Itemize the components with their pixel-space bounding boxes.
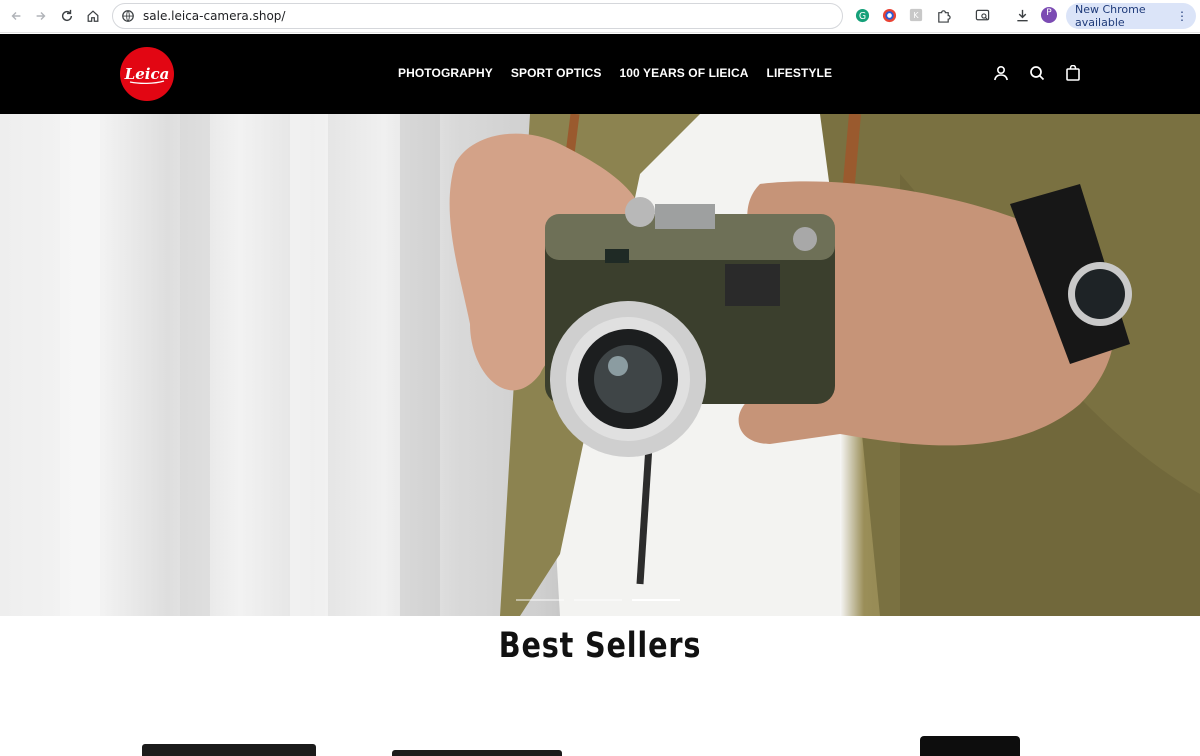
leica-logo[interactable]: Leica xyxy=(120,47,174,101)
url-text: sale.leica-camera.shop/ xyxy=(143,9,286,23)
nav-sport-optics[interactable]: SPORT OPTICS xyxy=(511,66,602,80)
browser-toolbar: sale.leica-camera.shop/ G K P New Chrome… xyxy=(0,0,1200,33)
logo-wordmark: Leica xyxy=(124,65,170,83)
chrome-update-button[interactable]: New Chrome available ⋮ xyxy=(1066,3,1196,29)
search-icon[interactable] xyxy=(1028,64,1046,82)
cart-icon[interactable] xyxy=(1064,64,1082,82)
hero-slide-indicators xyxy=(516,599,680,601)
svg-text:G: G xyxy=(858,10,865,21)
nav-100-years[interactable]: 100 YEARS OF LIEICA xyxy=(619,66,748,80)
home-icon[interactable] xyxy=(80,3,106,29)
slide-indicator-1[interactable] xyxy=(516,599,564,601)
product-image-1[interactable] xyxy=(142,744,316,756)
slide-indicator-3[interactable] xyxy=(632,599,680,601)
best-sellers-section: Best Sellers xyxy=(0,616,1200,756)
profile-initial: P xyxy=(1046,8,1052,18)
grammarly-extension-icon[interactable]: G xyxy=(854,7,870,23)
product-image-3[interactable] xyxy=(920,736,1020,756)
hero-banner[interactable] xyxy=(0,114,1200,616)
reload-icon[interactable] xyxy=(54,3,80,29)
site-header: Leica PHOTOGRAPHY SPORT OPTICS 100 YEARS… xyxy=(0,34,1200,114)
more-menu-icon[interactable]: ⋮ xyxy=(1176,9,1188,23)
best-sellers-title: Best Sellers xyxy=(498,626,702,666)
extensions-puzzle-icon[interactable] xyxy=(935,7,951,23)
profile-avatar[interactable]: P xyxy=(1041,7,1057,23)
slide-indicator-2[interactable] xyxy=(574,599,622,601)
svg-text:K: K xyxy=(913,11,919,20)
color-extension-icon[interactable] xyxy=(881,7,897,23)
header-actions xyxy=(992,64,1082,82)
site-info-icon[interactable] xyxy=(121,9,135,23)
back-icon[interactable] xyxy=(3,3,29,29)
tab-search-icon[interactable] xyxy=(974,7,990,23)
forward-icon[interactable] xyxy=(28,3,54,29)
translate-extension-icon[interactable]: K xyxy=(908,7,924,23)
product-image-2[interactable] xyxy=(392,750,562,756)
hero-image xyxy=(60,114,1200,616)
nav-lifestyle[interactable]: LIFESTYLE xyxy=(767,66,833,80)
address-bar[interactable]: sale.leica-camera.shop/ xyxy=(112,3,843,29)
download-icon[interactable] xyxy=(1014,7,1030,23)
account-icon[interactable] xyxy=(992,64,1010,82)
main-navigation: PHOTOGRAPHY SPORT OPTICS 100 YEARS OF LI… xyxy=(398,66,850,80)
nav-photography[interactable]: PHOTOGRAPHY xyxy=(398,66,493,80)
